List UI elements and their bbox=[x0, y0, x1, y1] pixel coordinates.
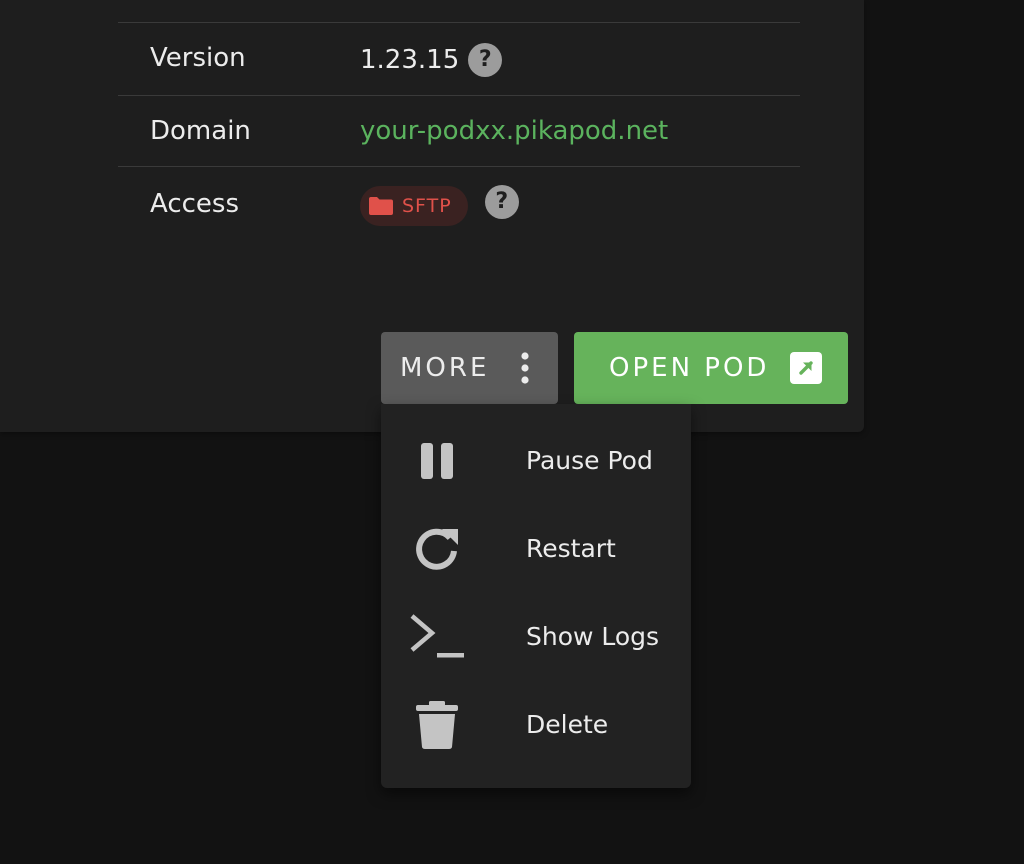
open-external-icon bbox=[790, 352, 822, 384]
sftp-chip[interactable]: SFTP bbox=[360, 186, 468, 226]
restart-icon bbox=[416, 528, 458, 570]
domain-label: Domain bbox=[150, 116, 251, 146]
more-vert-icon bbox=[521, 352, 529, 384]
version-value: 1.23.15 bbox=[360, 45, 460, 75]
menu-item-delete[interactable]: Delete bbox=[381, 681, 691, 769]
menu-item-label: Delete bbox=[526, 710, 609, 739]
menu-item-label: Restart bbox=[526, 534, 616, 563]
version-label: Version bbox=[150, 43, 246, 73]
more-button-label: MORE bbox=[400, 353, 490, 383]
pause-icon bbox=[421, 443, 453, 479]
folder-icon bbox=[369, 197, 393, 215]
more-menu: Pause Pod Restart Show Logs Delete bbox=[381, 404, 691, 788]
sftp-label: SFTP bbox=[402, 195, 452, 217]
menu-item-label: Show Logs bbox=[526, 622, 660, 651]
pod-details-card: ? Version 1.23.15 ? Domain your-podxx.pi… bbox=[0, 0, 864, 432]
details-row-top: ? bbox=[118, 0, 800, 23]
access-help-icon[interactable]: ? bbox=[484, 185, 519, 219]
details-row-access: Access SFTP ? bbox=[118, 167, 800, 247]
menu-item-pause-pod[interactable]: Pause Pod bbox=[381, 417, 691, 505]
version-value-group: 1.23.15 ? bbox=[360, 43, 503, 77]
details-row-domain: Domain your-podxx.pikapod.net bbox=[118, 96, 800, 167]
trash-icon bbox=[416, 701, 458, 749]
terminal-icon bbox=[410, 614, 464, 658]
details-row-version: Version 1.23.15 ? bbox=[118, 23, 800, 96]
access-value-group: SFTP ? bbox=[360, 185, 519, 226]
access-label: Access bbox=[150, 189, 240, 219]
menu-item-show-logs[interactable]: Show Logs bbox=[381, 593, 691, 681]
domain-value-group: your-podxx.pikapod.net bbox=[360, 116, 668, 146]
menu-item-label: Pause Pod bbox=[526, 446, 653, 475]
more-button[interactable]: MORE bbox=[381, 332, 558, 404]
domain-link[interactable]: your-podxx.pikapod.net bbox=[360, 116, 668, 146]
menu-item-restart[interactable]: Restart bbox=[381, 505, 691, 593]
version-help-icon[interactable]: ? bbox=[468, 43, 503, 77]
open-pod-button[interactable]: OPEN POD bbox=[574, 332, 848, 404]
open-pod-label: OPEN POD bbox=[609, 353, 770, 383]
